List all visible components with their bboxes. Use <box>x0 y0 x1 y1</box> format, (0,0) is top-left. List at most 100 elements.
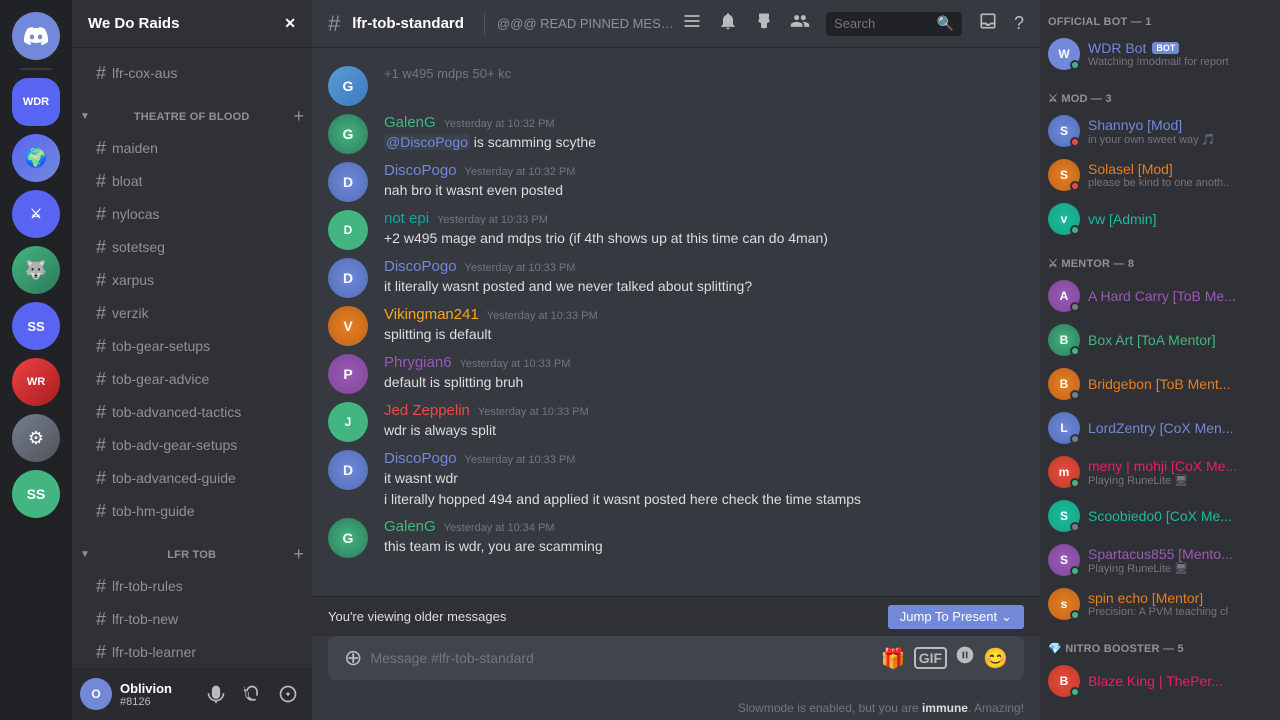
channel-item-lfr-cox-aus[interactable]: # lfr-cox-aus <box>80 57 304 89</box>
message-input-icons: 🎁 GIF 😊 <box>881 645 1008 671</box>
channel-item-tob-advanced-guide[interactable]: #tob-advanced-guide <box>80 462 304 494</box>
avatar-discopogo-2: D <box>328 258 368 298</box>
avatar-vikingman: V <box>328 306 368 346</box>
channel-item-lfr-tob-new[interactable]: #lfr-tob-new <box>80 603 304 635</box>
discord-logo-button[interactable] <box>12 12 60 60</box>
members-icon[interactable] <box>790 11 810 36</box>
message-group-discopogo-1: D DiscoPogo Yesterday at 10:32 PM nah br… <box>312 160 1040 204</box>
search-placeholder: Search <box>834 16 937 31</box>
member-item-blazeking[interactable]: B Blaze King | ThePer... <box>1040 659 1280 703</box>
member-item-meny[interactable]: m meny | mohji [CoX Me... Playing RuneLi… <box>1040 450 1280 494</box>
server-icon-7[interactable]: SS <box>12 470 60 518</box>
server-icon-we-do-raids[interactable]: WDR <box>12 78 60 126</box>
channel-item-tob-adv-gear-setups[interactable]: #tob-adv-gear-setups <box>80 429 304 461</box>
message-author-discopogo2[interactable]: DiscoPogo <box>384 258 457 275</box>
channel-item-tob-gear-advice[interactable]: #tob-gear-advice <box>80 363 304 395</box>
message-input-add-button[interactable]: ⊕ <box>344 645 362 671</box>
status-dot-meny <box>1070 478 1080 488</box>
settings-button[interactable] <box>272 678 304 710</box>
member-item-wdr-bot[interactable]: W WDR Bot BOT Watching !modmail for repo… <box>1040 32 1280 76</box>
category-add-icon[interactable]: + <box>293 544 304 565</box>
channel-list: # lfr-cox-aus ▼ THEATRE OF BLOOD + #maid… <box>72 48 312 668</box>
message-author-discopogo3[interactable]: DiscoPogo <box>384 450 457 467</box>
category-theatre-of-blood[interactable]: ▼ THEATRE OF BLOOD + <box>72 90 312 131</box>
inbox-icon[interactable] <box>978 11 998 36</box>
channel-item-tob-hm-guide[interactable]: #tob-hm-guide <box>80 495 304 527</box>
message-author-phrygian[interactable]: Phrygian6 <box>384 354 452 371</box>
message-author-galeng2[interactable]: GalenG <box>384 518 436 535</box>
channel-item-tob-gear-setups[interactable]: #tob-gear-setups <box>80 330 304 362</box>
bell-icon[interactable] <box>718 11 738 36</box>
member-item-bridgebon[interactable]: B Bridgebon [ToB Ment... <box>1040 362 1280 406</box>
channel-item-tob-advanced-tactics[interactable]: #tob-advanced-tactics <box>80 396 304 428</box>
gif-icon[interactable]: GIF <box>914 647 947 669</box>
server-icon-5[interactable]: WR <box>12 358 60 406</box>
member-item-scoobiedo0[interactable]: S Scoobiedo0 [CoX Me... <box>1040 494 1280 538</box>
channel-item-bloat[interactable]: #bloat <box>80 165 304 197</box>
server-icon-6[interactable]: ⚙ <box>12 414 60 462</box>
search-bar[interactable]: Search 🔍 <box>826 12 962 36</box>
hash-icon: # <box>96 270 106 291</box>
help-icon[interactable]: ? <box>1014 13 1024 34</box>
deafen-button[interactable] <box>236 678 268 710</box>
message-author-vikingman[interactable]: Vikingman241 <box>384 306 479 323</box>
member-item-ahardcarry[interactable]: A A Hard Carry [ToB Me... <box>1040 274 1280 318</box>
pin-icon[interactable] <box>754 11 774 36</box>
message-text: @DiscoPogo is scamming scythe <box>384 133 1024 152</box>
channel-item-maiden[interactable]: #maiden <box>80 132 304 164</box>
member-info-spartacus855: Spartacus855 [Mento... Playing RuneLite … <box>1088 546 1272 575</box>
channel-header: # lfr-tob-standard @@@ READ PINNED MESSA… <box>312 0 1040 48</box>
member-name-shannyo: Shannyo [Mod] <box>1088 117 1272 133</box>
channel-item-verzik[interactable]: #verzik <box>80 297 304 329</box>
message-input-field[interactable] <box>370 640 872 676</box>
message-content-discopogo-3: DiscoPogo Yesterday at 10:33 PM it wasnt… <box>384 450 1024 510</box>
jump-to-present-button[interactable]: Jump To Present ⌄ <box>888 605 1024 629</box>
member-item-lordzentry[interactable]: L LordZentry [CoX Men... <box>1040 406 1280 450</box>
messages-container[interactable]: G +1 w495 mdps 50+ kc G GalenG Yesterday… <box>312 48 1040 596</box>
hash-icon: # <box>96 171 106 192</box>
message-content-vikingman: Vikingman241 Yesterday at 10:33 PM split… <box>384 306 1024 346</box>
member-info-ahardcarry: A Hard Carry [ToB Me... <box>1088 288 1272 304</box>
mention-discopogo: @DiscoPogo <box>384 134 470 150</box>
channel-item-lfr-tob-rules[interactable]: #lfr-tob-rules <box>80 570 304 602</box>
channel-item-sotetseg[interactable]: #sotetseg <box>80 231 304 263</box>
hash-header-icon[interactable] <box>682 11 702 36</box>
server-header[interactable]: We Do Raids ✕ <box>72 0 312 48</box>
status-dot-bridgebon <box>1070 390 1080 400</box>
message-text-continuation: i literally hopped 494 and applied it wa… <box>384 490 1024 509</box>
channel-item-xarpus[interactable]: #xarpus <box>80 264 304 296</box>
channel-item-nylocas[interactable]: #nylocas <box>80 198 304 230</box>
channel-name: lfr-cox-aus <box>112 65 177 81</box>
member-info-wdr-bot: WDR Bot BOT Watching !modmail for report… <box>1088 40 1272 68</box>
message-group-discopogo-2: D DiscoPogo Yesterday at 10:33 PM it lit… <box>312 256 1040 300</box>
message-group-vikingman: V Vikingman241 Yesterday at 10:33 PM spl… <box>312 304 1040 348</box>
channel-item-lfr-tob-learner[interactable]: #lfr-tob-learner <box>80 636 304 668</box>
member-category-name-official-bot: OFFICIAL BOT — 1 <box>1048 16 1272 28</box>
message-content-discopogo-1: DiscoPogo Yesterday at 10:32 PM nah bro … <box>384 162 1024 202</box>
server-icon-2[interactable]: ⚔ <box>12 190 60 238</box>
member-name-boxart: Box Art [ToA Mentor] <box>1088 332 1272 348</box>
server-icon-4[interactable]: SS <box>12 302 60 350</box>
member-item-boxart[interactable]: B Box Art [ToA Mentor] <box>1040 318 1280 362</box>
member-item-spartacus855[interactable]: S Spartacus855 [Mento... Playing RuneLit… <box>1040 538 1280 582</box>
message-author-discopogo[interactable]: DiscoPogo <box>384 162 457 179</box>
avatar-galeng: G <box>328 114 368 154</box>
message-author-galeng[interactable]: GalenG <box>384 114 436 131</box>
message-header: GalenG Yesterday at 10:34 PM <box>384 518 1024 535</box>
gift-icon[interactable]: 🎁 <box>881 646 906 671</box>
server-icon-3[interactable]: 🐺 <box>12 246 60 294</box>
member-item-shannyo[interactable]: S Shannyo [Mod] in your own sweet way 🎵 <box>1040 109 1280 153</box>
emoji-icon[interactable]: 😊 <box>983 646 1008 671</box>
sticker-icon[interactable] <box>955 645 975 671</box>
mute-button[interactable] <box>200 678 232 710</box>
category-lfr-tob[interactable]: ▼ LFR TOB + <box>72 528 312 569</box>
category-add-icon[interactable]: + <box>293 106 304 127</box>
server-list: WDR 🌍 ⚔ 🐺 SS WR ⚙ SS <box>0 0 72 720</box>
member-item-solasel[interactable]: S Solasel [Mod] please be kind to one an… <box>1040 153 1280 197</box>
member-item-spinecho[interactable]: s spin echo [Mentor] Precision: A PVM te… <box>1040 582 1280 626</box>
member-item-vw[interactable]: v vw [Admin] <box>1040 197 1280 241</box>
server-icon-1[interactable]: 🌍 <box>12 134 60 182</box>
message-author-jedzeppelin[interactable]: Jed Zeppelin <box>384 402 470 419</box>
older-messages-bar: You're viewing older messages Jump To Pr… <box>312 596 1040 636</box>
message-author-notepi[interactable]: not epi <box>384 210 429 227</box>
